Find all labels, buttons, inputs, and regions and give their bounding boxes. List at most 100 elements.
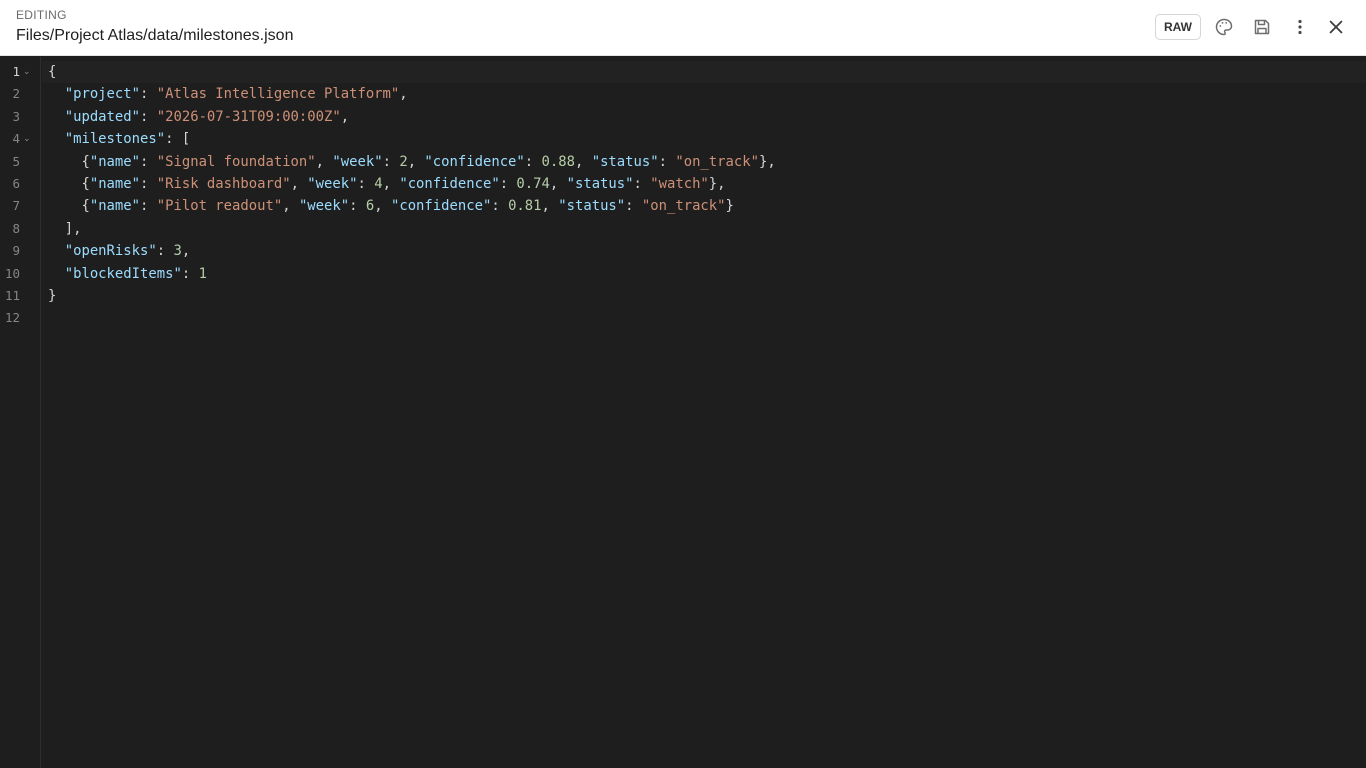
line-number: 12 (4, 310, 20, 326)
code-text[interactable]: {"name": "Risk dashboard", "week": 4, "c… (48, 173, 726, 195)
code-text[interactable]: {"name": "Pilot readout", "week": 6, "co… (48, 195, 734, 217)
code-token: 0.88 (541, 153, 575, 170)
code-token: "openRisks" (64, 243, 157, 260)
raw-view-button[interactable]: RAW (1155, 14, 1201, 40)
code-token: : (633, 176, 651, 192)
code-token: , (574, 153, 592, 170)
line-number: 8 (12, 220, 20, 236)
code-line[interactable]: 8 ], (0, 218, 1366, 240)
more-vertical-icon[interactable] (1288, 15, 1312, 39)
code-token: { (48, 64, 57, 80)
line-number: 3 (12, 108, 20, 124)
code-token: "status" (566, 176, 634, 192)
code-line[interactable]: 6 {"name": "Risk dashboard", "week": 4, … (0, 173, 1366, 195)
code-token: "blockedItems" (64, 265, 182, 282)
code-token: "week" (307, 176, 358, 192)
code-token: "2026-07-31T09:00:00Z" (156, 108, 341, 125)
code-token: } (725, 198, 734, 215)
code-text[interactable]: { (48, 61, 56, 83)
code-line[interactable]: 10 "blockedItems": 1 (0, 263, 1366, 285)
code-token: "on_track" (675, 153, 759, 170)
line-number: 10 (4, 265, 20, 281)
code-token: "confidence" (399, 176, 500, 192)
code-token: , (181, 243, 191, 260)
code-text[interactable]: } (48, 285, 56, 307)
code-token: 3 (173, 243, 182, 260)
code-text[interactable]: "updated": "2026-07-31T09:00:00Z", (48, 106, 349, 128)
code-line[interactable]: 11} (0, 285, 1366, 307)
mode-label: EDITING (16, 8, 67, 22)
code-line[interactable]: 1 ⌄ { (0, 61, 1366, 83)
code-token: "confidence" (390, 198, 492, 215)
code-token: } (48, 288, 57, 304)
code-token: , (382, 176, 400, 192)
code-token: : (491, 198, 509, 215)
code-token: : (625, 198, 642, 215)
code-token: : (357, 176, 375, 192)
fold-chevron-down-icon[interactable]: ⌄ (23, 61, 31, 83)
code-token: ], (48, 220, 82, 237)
code-token: "milestones" (64, 131, 166, 148)
code-token: "week" (332, 153, 383, 170)
code-token: , (541, 198, 559, 215)
palette-icon[interactable] (1212, 15, 1236, 39)
code-token: 0.74 (516, 176, 550, 192)
code-text[interactable]: "milestones": [ (48, 128, 190, 150)
code-token: : (658, 153, 676, 170)
code-token: "status" (558, 198, 626, 215)
line-number: 6 (12, 176, 20, 191)
code-text[interactable]: {"name": "Signal foundation", "week": 2,… (48, 151, 776, 173)
line-number: 7 (12, 198, 20, 214)
code-line[interactable]: 4 ⌄ "milestones": [ (0, 128, 1366, 150)
code-token: "name" (89, 176, 141, 192)
code-token: 4 (374, 176, 383, 192)
code-text[interactable]: "openRisks": 3, (48, 240, 190, 262)
code-token: : (140, 108, 157, 125)
code-token: "on_track" (641, 198, 726, 215)
code-token: : [ (165, 131, 191, 148)
code-text[interactable]: "blockedItems": 1 (48, 263, 207, 285)
line-number: 2 (12, 86, 20, 102)
code-token: : (524, 153, 542, 170)
code-token: }, (708, 176, 726, 192)
code-line[interactable]: 5 {"name": "Signal foundation", "week": … (0, 151, 1366, 173)
code-token: , (282, 198, 299, 215)
code-token: "Risk dashboard" (156, 176, 291, 192)
code-token: }, (758, 153, 776, 170)
fold-chevron-down-icon[interactable]: ⌄ (23, 128, 31, 150)
code-token: "watch" (650, 176, 709, 192)
code-token: , (399, 86, 408, 103)
save-icon[interactable] (1250, 15, 1274, 39)
file-path: Files/Project Atlas/data/milestones.json (16, 27, 294, 44)
code-token: : (140, 198, 157, 215)
code-token: : (156, 243, 174, 260)
code-token: , (549, 176, 567, 192)
code-line[interactable]: 2 "project": "Atlas Intelligence Platfor… (0, 83, 1366, 105)
code-line[interactable]: 9 "openRisks": 3, (0, 240, 1366, 262)
code-editor[interactable]: 1 ⌄{2 "project": "Atlas Intelligence Plat… (0, 57, 1366, 768)
code-line[interactable]: 12 (0, 307, 1366, 329)
code-token: : (140, 153, 157, 170)
close-icon[interactable] (1324, 15, 1348, 39)
code-token: : (382, 153, 400, 170)
code-token: 2 (399, 153, 408, 170)
code-token: , (315, 153, 333, 170)
code-token: { (48, 198, 90, 215)
code-token: 6 (365, 198, 375, 215)
code-text[interactable]: ], (48, 218, 82, 240)
line-number: 11 (4, 288, 20, 303)
code-token: : (140, 176, 157, 192)
code-token: : (140, 86, 157, 103)
code-line[interactable]: 7 {"name": "Pilot readout", "week": 6, "… (0, 195, 1366, 217)
code-token: , (340, 108, 350, 125)
code-text[interactable]: "project": "Atlas Intelligence Platform"… (48, 83, 408, 105)
code-token: : (181, 265, 199, 282)
code-line[interactable]: 3 "updated": "2026-07-31T09:00:00Z", (0, 106, 1366, 128)
code-token: "name" (89, 198, 141, 215)
code-token: , (374, 198, 391, 215)
code-token: : (499, 176, 517, 192)
